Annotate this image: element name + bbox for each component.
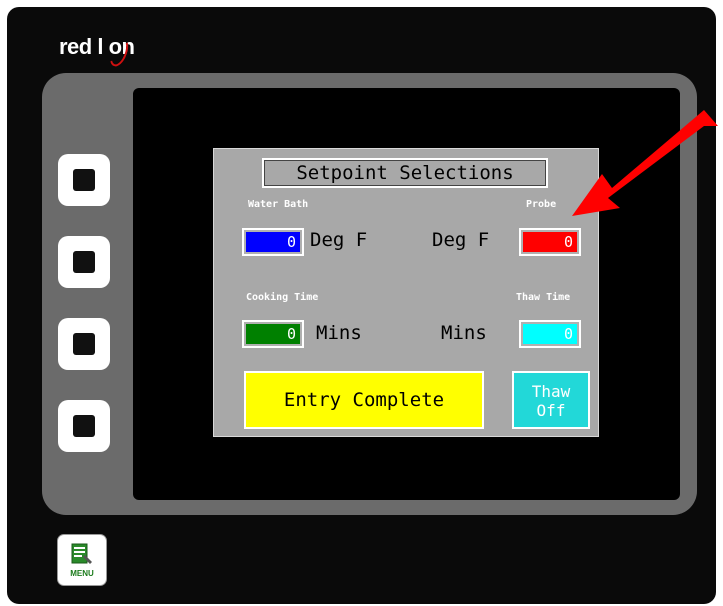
red-arrow-icon (572, 110, 718, 216)
menu-label: MENU (70, 569, 94, 578)
setpoint-panel: Setpoint Selections Water Bath Probe 0 D… (213, 148, 599, 437)
water-bath-label: Water Bath (248, 199, 309, 210)
cooking-time-unit: Mins (316, 322, 362, 344)
water-bath-field[interactable]: 0 (242, 228, 304, 256)
entry-complete-button[interactable]: Entry Complete (244, 371, 484, 429)
lion-mark-icon (106, 35, 132, 69)
water-bath-unit: Deg F (310, 229, 368, 251)
side-key-3[interactable] (58, 318, 110, 370)
panel-title: Setpoint Selections (262, 158, 548, 188)
thaw-time-label: Thaw Time (516, 292, 571, 303)
cooking-time-label: Cooking Time (246, 292, 319, 303)
thaw-time-unit: Mins (441, 322, 487, 344)
side-key-2[interactable] (58, 236, 110, 288)
probe-field[interactable]: 0 (519, 228, 581, 256)
side-key-1[interactable] (58, 154, 110, 206)
square-icon (73, 169, 95, 191)
thaw-button-line1: Thaw (531, 382, 571, 401)
probe-unit: Deg F (432, 229, 490, 251)
probe-label: Probe (526, 199, 557, 210)
thaw-button-line2: Off (536, 401, 566, 420)
thaw-toggle-button[interactable]: Thaw Off (512, 371, 590, 429)
red-lion-logo: red lion (59, 34, 135, 69)
square-icon (73, 251, 95, 273)
side-key-4[interactable] (58, 400, 110, 452)
thaw-time-field[interactable]: 0 (519, 320, 581, 348)
square-icon (73, 333, 95, 355)
menu-button[interactable]: MENU (57, 534, 107, 586)
menu-list-icon (71, 543, 92, 564)
cooking-time-field[interactable]: 0 (242, 320, 304, 348)
square-icon (73, 415, 95, 437)
